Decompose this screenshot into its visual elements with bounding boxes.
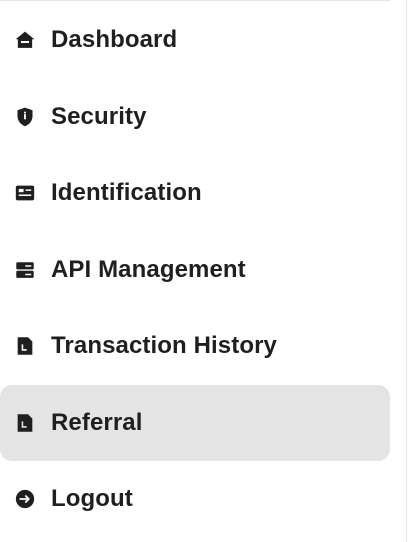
sidebar-item-logout[interactable]: Logout xyxy=(0,461,390,538)
sidebar-nav: Dashboard Security Identification API Ma… xyxy=(0,2,390,538)
sidebar-item-label: Transaction History xyxy=(51,332,277,360)
sidebar-menu-frame: Dashboard Security Identification API Ma… xyxy=(0,0,410,542)
sidebar-item-transaction-history[interactable]: Transaction History xyxy=(0,308,390,385)
id-card-icon xyxy=(14,182,36,204)
sidebar-item-referral[interactable]: Referral xyxy=(0,384,390,461)
sidebar-item-identification[interactable]: Identification xyxy=(0,155,390,232)
top-divider xyxy=(0,0,390,1)
sidebar-item-label: Referral xyxy=(51,408,143,436)
shield-icon xyxy=(14,106,36,128)
sidebar-item-label: Identification xyxy=(51,179,202,207)
logout-icon xyxy=(14,488,36,510)
sidebar-item-dashboard[interactable]: Dashboard xyxy=(0,2,390,79)
home-icon xyxy=(14,29,36,51)
document-icon xyxy=(14,335,36,357)
sidebar-item-label: Logout xyxy=(51,485,133,513)
sidebar-item-label: Security xyxy=(51,102,147,130)
sidebar-item-security[interactable]: Security xyxy=(0,79,390,156)
sidebar-item-api-management[interactable]: API Management xyxy=(0,232,390,309)
sidebar-item-label: API Management xyxy=(51,255,246,283)
server-icon xyxy=(14,259,36,281)
document-icon xyxy=(14,412,36,434)
sidebar-border xyxy=(406,0,407,542)
sidebar-item-label: Dashboard xyxy=(51,26,178,54)
